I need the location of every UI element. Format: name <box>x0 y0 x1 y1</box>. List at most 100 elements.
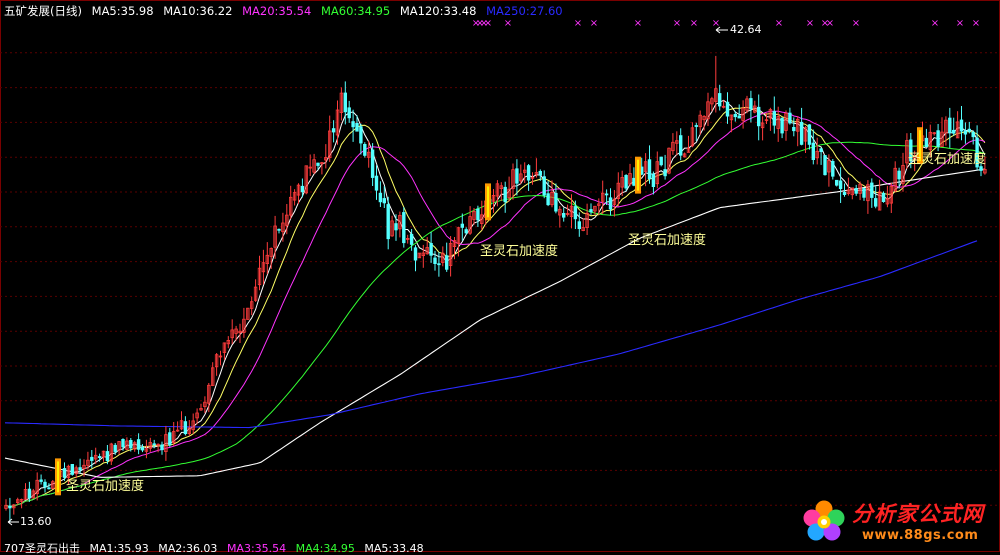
candle-down <box>429 242 433 256</box>
indicator-ma1: MA1:35.93 <box>89 542 149 555</box>
watermark-url: www.88gs.com <box>862 528 979 543</box>
candle-down <box>538 170 542 176</box>
candle-down <box>562 212 566 218</box>
x-marker: × <box>504 18 512 29</box>
candle-down <box>97 456 102 459</box>
candle-down <box>47 487 51 490</box>
candle-down <box>78 467 82 471</box>
chart-title: 五矿发展(日线) <box>4 4 82 18</box>
candle-down <box>43 481 47 488</box>
candle-down <box>577 221 581 229</box>
indicator-ma4: MA4:34.95 <box>295 542 355 555</box>
candle-down <box>476 208 480 221</box>
candle-down <box>842 191 847 196</box>
candle-down <box>343 92 347 113</box>
candle-down <box>402 212 406 244</box>
candle-down <box>351 121 355 128</box>
candle-down <box>811 142 815 161</box>
candle-down <box>542 176 546 196</box>
ma5-label: MA5:35.98 <box>91 4 154 18</box>
candle-down <box>515 168 519 184</box>
x-marker: × <box>775 18 783 29</box>
x-marker: × <box>634 18 642 29</box>
candle-down <box>663 169 667 177</box>
candle-down <box>624 174 628 189</box>
candle-down <box>413 247 418 261</box>
candle-down <box>679 135 683 156</box>
candle-down <box>62 468 67 478</box>
x-marker: × <box>590 18 598 29</box>
candle-down <box>359 126 363 144</box>
candle-down <box>971 131 975 138</box>
bottom-indicator-legend: 707圣灵石出击 MA1:35.93 MA2:36.03 MA3:35.54 M… <box>4 543 430 555</box>
low-price-label: 13.60 <box>20 515 52 528</box>
indicator-ma2: MA2:36.03 <box>158 542 218 555</box>
candle-down <box>924 137 929 148</box>
candle-down <box>862 188 866 198</box>
candle-down <box>725 101 730 117</box>
x-marker: × <box>852 18 860 29</box>
ma60-label: MA60:34.95 <box>320 4 391 18</box>
ma-legend: 五矿发展(日线) MA5:35.98 MA10:36.22 MA20:35.54… <box>4 3 569 19</box>
candle-down <box>823 155 827 176</box>
candle-down <box>757 106 761 127</box>
candle-down <box>979 166 983 171</box>
candle-down <box>152 443 156 446</box>
x-marker: × <box>484 18 492 29</box>
candle-down <box>772 111 776 126</box>
candle-down <box>881 192 886 203</box>
candle-down <box>835 179 839 186</box>
candle-down <box>799 121 804 145</box>
candle-down <box>546 193 550 206</box>
candle-down <box>378 192 383 203</box>
candle-down <box>651 173 656 187</box>
x-marker: × <box>956 18 964 29</box>
candle-down <box>503 186 507 203</box>
candle-down <box>113 444 117 452</box>
candle-down <box>647 159 652 180</box>
x-marker: × <box>690 18 698 29</box>
watermark-title: 分析家公式网 <box>852 502 984 526</box>
candle-down <box>632 177 636 186</box>
candle-down <box>444 255 449 270</box>
candle-down <box>718 93 722 107</box>
x-marker: × <box>826 18 834 29</box>
candle-down <box>659 156 663 166</box>
candle-down <box>831 160 835 177</box>
candle-down <box>952 129 956 134</box>
candle-down <box>331 128 336 133</box>
candle-down <box>854 188 858 194</box>
ma10-label: MA10:36.22 <box>163 4 233 18</box>
candle-down <box>959 119 964 132</box>
candle-down <box>370 149 375 178</box>
candle-down <box>963 130 968 135</box>
candle-down <box>70 463 74 475</box>
indicator-ma5: MA5:33.48 <box>364 542 424 555</box>
candle-down <box>780 117 784 134</box>
signal-bar-core <box>57 461 59 493</box>
candle-down <box>526 165 531 181</box>
candle-down <box>694 125 698 127</box>
x-marker: × <box>574 18 582 29</box>
candle-down <box>386 204 390 240</box>
candle-down <box>394 223 398 231</box>
x-marker: × <box>673 18 681 29</box>
candle-down <box>316 162 320 166</box>
x-marker: × <box>806 18 814 29</box>
candle-down <box>967 128 971 132</box>
candle-down <box>573 206 578 220</box>
candle-down <box>129 439 133 449</box>
candle-down <box>897 170 901 180</box>
candle-down <box>589 209 593 213</box>
signal-label-2: 圣灵石加速度 <box>480 244 559 259</box>
candlestick-chart[interactable]: ×××× × × × × × × × × × ×× × × × × <box>0 0 1000 552</box>
candle-down <box>604 193 609 196</box>
ma250-label: MA250:27.60 <box>486 4 563 18</box>
candle-down <box>554 192 558 212</box>
candle-down <box>300 185 305 193</box>
candle-down <box>749 98 753 110</box>
candle-down <box>936 130 940 147</box>
candle-down <box>363 143 367 156</box>
signal-label-3: 圣灵石加速度 <box>628 233 707 248</box>
candle-down <box>838 180 843 189</box>
